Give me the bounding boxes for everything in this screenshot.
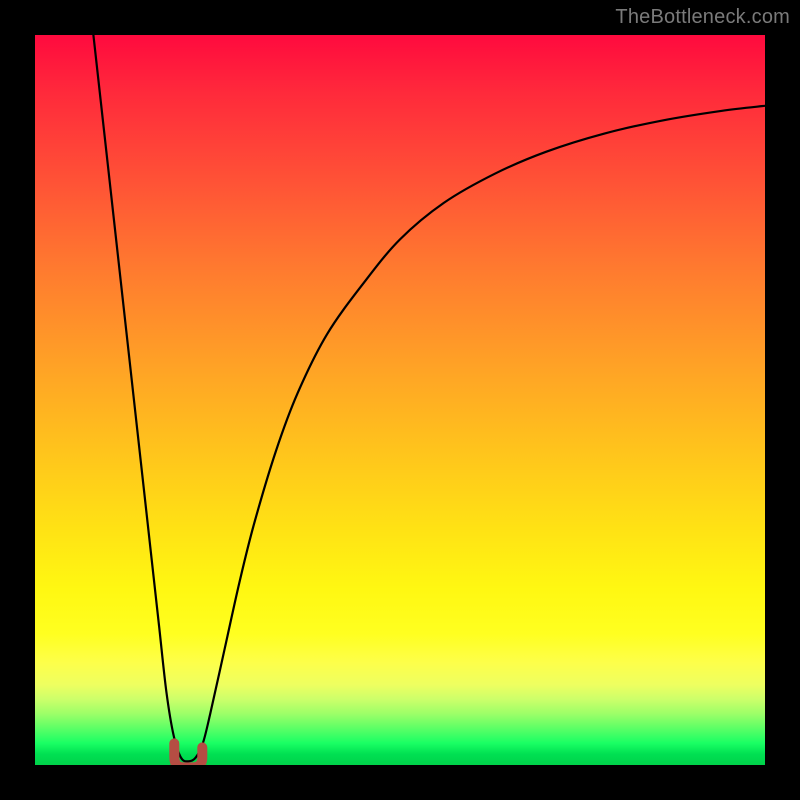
plot-area [35,35,765,765]
bottleneck-curve [93,35,765,761]
watermark-text: TheBottleneck.com [615,6,790,29]
chart-frame: TheBottleneck.com [0,0,800,800]
chart-svg [35,35,765,765]
